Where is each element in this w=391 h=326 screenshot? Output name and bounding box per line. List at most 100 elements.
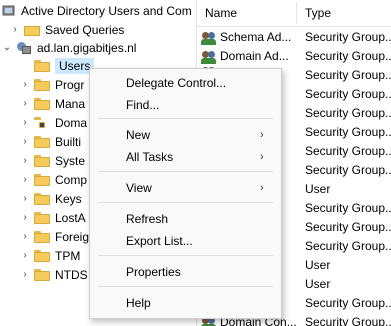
column-divider[interactable] [296, 2, 297, 24]
tree-item-ou[interactable]: ›Users [20, 56, 95, 75]
tree-item-ou[interactable]: › Mana [20, 94, 85, 113]
tree-item-ou[interactable]: › Builti [20, 132, 81, 151]
chevron-right-icon[interactable]: › [10, 24, 20, 35]
menu-item-label: All Tasks [126, 150, 174, 164]
folder-icon [34, 154, 50, 168]
menu-item-label: Help [126, 296, 151, 310]
menu-item-label: Export List... [126, 234, 193, 248]
chevron-right-icon[interactable]: › [20, 174, 30, 185]
folder-icon [24, 23, 40, 37]
tree-item-saved-queries[interactable]: › Saved Queries [10, 20, 124, 39]
menu-item-label: Delegate Control... [126, 76, 227, 90]
tree-item-label: Doma [55, 115, 88, 130]
chevron-right-icon[interactable]: › [20, 98, 30, 109]
menu-item-label: Properties [126, 265, 181, 279]
menu-item-export-list[interactable]: Export List... [90, 230, 281, 252]
folder-icon [34, 78, 50, 92]
tree-item-ou[interactable]: › LostA [20, 208, 86, 227]
tree-item-ou[interactable]: › Foreig [20, 227, 89, 246]
folder-icon [34, 211, 50, 225]
chevron-right-icon[interactable]: › [20, 250, 30, 261]
tree-item-ou[interactable]: › NTDS [20, 265, 88, 284]
chevron-right-icon[interactable]: › [20, 155, 30, 166]
tree-item-label: NTDS [55, 267, 88, 282]
menu-item-find[interactable]: Find... [90, 94, 281, 116]
folder-icon [34, 268, 50, 282]
row-type: Security Group... [305, 296, 391, 310]
row-type: Security Group... [305, 125, 391, 139]
tree-item-label: ad.lan.gigabitjes.nl [37, 40, 137, 55]
row-type: Security Group... [305, 68, 391, 82]
tree-item-label: Builti [55, 134, 82, 149]
chevron-right-icon[interactable]: › [20, 269, 30, 280]
folder-icon [34, 135, 50, 149]
tree-item-domain[interactable]: ⌄ ad.lan.gigabitjes.nl [2, 38, 137, 57]
folder-icon [34, 173, 50, 187]
column-header-name[interactable]: Name [205, 0, 237, 26]
tree-item-ou[interactable]: › Keys [20, 189, 82, 208]
row-type: Security Group... [305, 49, 391, 63]
snapin-icon [2, 4, 16, 18]
submenu-arrow-icon: › [260, 151, 264, 163]
row-name: Domain Ad... [220, 49, 289, 63]
chevron-right-icon[interactable]: › [20, 193, 30, 204]
chevron-down-icon[interactable]: ⌄ [2, 42, 12, 53]
row-type: Security Group... [305, 239, 391, 253]
menu-separator [98, 286, 273, 287]
row-name-cell: Domain Ad... [201, 47, 297, 66]
tree-item-label: Foreig [55, 229, 90, 244]
tree-item-label: TPM [55, 248, 81, 263]
row-type: Security Group... [305, 315, 391, 326]
chevron-right-icon[interactable]: › [20, 231, 30, 242]
menu-item-view[interactable]: View › [90, 177, 281, 199]
tree-item-label: Keys [55, 191, 82, 206]
tree-item-label: LostA [55, 210, 86, 225]
folder-icon [34, 97, 50, 111]
menu-item-label: Find... [126, 98, 160, 112]
tree-item-label: Saved Queries [45, 22, 125, 37]
chevron-right-icon[interactable]: › [20, 212, 30, 223]
chevron-right-icon[interactable]: › [20, 79, 30, 90]
menu-item-help[interactable]: Help [90, 292, 281, 314]
tree-item-ou[interactable]: › Doma [20, 113, 87, 132]
tree-item-label: Syste [55, 153, 86, 168]
folder-icon [34, 192, 50, 206]
menu-item-refresh[interactable]: Refresh [90, 208, 281, 230]
row-type: Security Group... [305, 87, 391, 101]
chevron-right-icon[interactable]: › [20, 117, 30, 128]
menu-item-all-tasks[interactable]: All Tasks › [90, 146, 281, 168]
tree-root-label: Active Directory Users and Com [21, 3, 192, 18]
tree-item-ou[interactable]: › Comp [20, 170, 87, 189]
context-menu: Delegate Control... Find... New › All Tasks ›… [89, 68, 282, 319]
tree-item-ou[interactable]: › Progr [20, 75, 84, 94]
menu-item-label: View [126, 181, 152, 195]
folder-icon [34, 249, 50, 263]
column-header-type[interactable]: Type [305, 0, 331, 26]
menu-separator [98, 202, 273, 203]
row-type: User [305, 258, 331, 272]
menu-separator [98, 255, 273, 256]
submenu-arrow-icon: › [260, 129, 264, 141]
tree-item-ou[interactable]: › TPM [20, 246, 80, 265]
row-type: Security Group... [305, 220, 391, 234]
tree-root[interactable]: Active Directory Users and Com [0, 1, 192, 20]
row-name: Schema Ad... [220, 30, 292, 44]
table-row[interactable]: Schema Ad... Security Group... [197, 28, 391, 47]
menu-item-properties[interactable]: Properties [90, 261, 281, 283]
row-type: Security Group... [305, 106, 391, 120]
table-row[interactable]: Domain Ad... Security Group... [197, 47, 391, 66]
chevron-right-icon[interactable]: › [20, 136, 30, 147]
tree-item-label: Comp [55, 172, 88, 187]
row-type: Security Group... [305, 201, 391, 215]
row-type: Security Group... [305, 30, 391, 44]
row-type: Security Group... [305, 144, 391, 158]
menu-item-delegate-control[interactable]: Delegate Control... [90, 72, 281, 94]
row-name-cell: Schema Ad... [201, 28, 297, 47]
menu-item-new[interactable]: New › [90, 124, 281, 146]
menu-separator [98, 118, 273, 119]
menu-item-label: New [126, 128, 151, 142]
tree-item-label: Progr [55, 77, 85, 92]
tree-item-ou[interactable]: › Syste [20, 151, 85, 170]
folder-icon [34, 59, 50, 73]
security-group-icon [201, 31, 217, 45]
